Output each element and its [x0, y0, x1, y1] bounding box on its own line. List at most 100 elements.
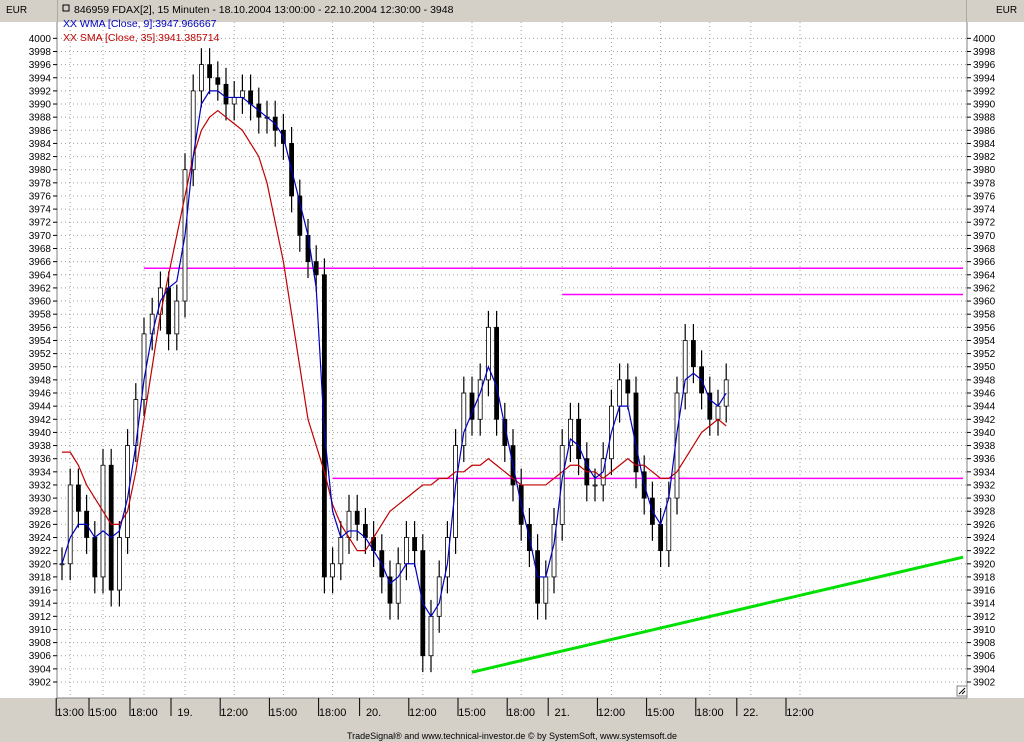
y-tick-label-right: 3906 — [973, 651, 996, 662]
y-tick-label-left: 3994 — [29, 73, 52, 84]
y-tick-label-left: 3996 — [29, 60, 52, 71]
y-tick-label-left: 3966 — [29, 257, 52, 268]
y-tick-label-left: 3974 — [29, 205, 52, 216]
y-tick-label-right: 3976 — [973, 191, 996, 202]
y-tick-label-right: 3978 — [973, 178, 996, 189]
y-tick-label-right: 3946 — [973, 389, 996, 400]
y-tick-label-left: 3910 — [29, 625, 52, 636]
y-tick-label-left: 3982 — [29, 152, 52, 163]
legend-sma[interactable]: XX SMA [Close, 35]:3941.385714 — [63, 32, 220, 44]
legend-wma[interactable]: XX WMA [Close, 9]:3947.966667 — [63, 18, 217, 30]
y-tick-label-right: 3916 — [973, 586, 996, 597]
y-tick-label-left: 3952 — [29, 349, 52, 360]
y-tick-label-left: 3926 — [29, 520, 52, 531]
y-tick-label-right: 3924 — [973, 533, 996, 544]
x-tick-label: 18:00 — [130, 707, 158, 719]
x-tick-label: 21. — [555, 707, 570, 719]
price-body — [108, 464, 114, 591]
y-tick-label-right: 3994 — [973, 73, 996, 84]
currency-label-left: EUR — [6, 5, 27, 16]
y-tick-label-right: 4000 — [973, 34, 996, 45]
y-tick-label-right: 3986 — [973, 126, 996, 137]
y-tick-label-left: 3946 — [29, 389, 52, 400]
chart-window: 3902 3902 3904 3904 3906 3906 3908 3908 3910 3910… — [0, 0, 1024, 742]
resize-grip-icon[interactable] — [956, 685, 968, 697]
x-tick-label: 18:00 — [696, 707, 724, 719]
price-body — [633, 392, 639, 473]
y-tick-label-left: 3984 — [29, 139, 52, 150]
price-body — [313, 261, 319, 276]
y-tick-label-right: 3964 — [973, 270, 996, 281]
y-tick-label-left: 3988 — [29, 113, 52, 124]
x-tick-label: 20. — [366, 707, 381, 719]
y-tick-label-right: 3918 — [973, 572, 996, 583]
price-body — [174, 300, 180, 335]
x-tick-label: 15:00 — [89, 707, 117, 719]
y-tick-label-right: 3908 — [973, 638, 996, 649]
price-body — [149, 313, 155, 335]
x-tick-label: 15:00 — [647, 707, 675, 719]
y-tick-label-left: 3956 — [29, 323, 52, 334]
y-tick-label-right: 3912 — [973, 612, 996, 623]
y-tick-label-left: 3948 — [29, 375, 52, 386]
y-tick-label-right: 3972 — [973, 218, 996, 229]
y-tick-label-left: 3934 — [29, 467, 52, 478]
y-tick-label-right: 3930 — [973, 494, 996, 505]
y-tick-label-right: 3914 — [973, 599, 996, 610]
y-tick-label-right: 3984 — [973, 139, 996, 150]
y-tick-label-left: 3936 — [29, 454, 52, 465]
y-tick-label-left: 3962 — [29, 283, 52, 294]
price-body — [658, 523, 663, 552]
y-tick-label-right: 3990 — [973, 100, 996, 111]
y-tick-label-right: 3988 — [973, 113, 996, 124]
y-tick-label-left: 3950 — [29, 362, 52, 373]
price-body — [338, 537, 344, 565]
y-tick-label-left: 3902 — [29, 678, 52, 689]
price-body — [76, 484, 81, 512]
y-tick-label-left: 3986 — [29, 126, 52, 137]
y-tick-label-left: 3990 — [29, 100, 52, 111]
y-tick-label-left: 3968 — [29, 244, 52, 255]
price-body — [592, 484, 598, 487]
y-tick-label-left: 3924 — [29, 533, 52, 544]
price-body — [248, 90, 254, 105]
y-tick-label-right: 3960 — [973, 297, 996, 308]
x-tick-label: 13:00 — [56, 707, 84, 719]
y-tick-label-left: 3980 — [29, 165, 52, 176]
y-tick-label-left: 3916 — [29, 586, 52, 597]
y-tick-label-left: 3920 — [29, 559, 52, 570]
y-tick-label-right: 3968 — [973, 244, 996, 255]
y-tick-label-right: 3940 — [973, 428, 996, 439]
y-tick-label-right: 3982 — [973, 152, 996, 163]
price-body — [403, 537, 409, 565]
y-tick-label-left: 3906 — [29, 651, 52, 662]
x-tick-label: 22. — [743, 707, 758, 719]
y-tick-label-left: 3938 — [29, 441, 52, 452]
y-tick-label-right: 3932 — [973, 480, 996, 491]
y-tick-label-left: 3954 — [29, 336, 52, 347]
price-body — [231, 97, 237, 105]
x-tick-label: 15:00 — [458, 707, 486, 719]
chart-title: 846959 FDAX[2], 15 Minuten - 18.10.2004 … — [62, 4, 454, 16]
price-body — [617, 379, 622, 407]
y-tick-label-left: 4000 — [29, 34, 52, 45]
y-tick-label-left: 3976 — [29, 191, 52, 202]
y-tick-label-right: 3944 — [973, 402, 996, 413]
price-body — [117, 537, 122, 591]
y-tick-label-right: 3922 — [973, 546, 996, 557]
price-body — [354, 510, 360, 525]
footer-credit: TradeSignal® and www.technical-investor.… — [347, 731, 677, 741]
y-tick-label-right: 3926 — [973, 520, 996, 531]
y-tick-label-right: 3954 — [973, 336, 996, 347]
price-chart[interactable]: 3902 3902 3904 3904 3906 3906 3908 3908 3910 3910… — [0, 0, 1024, 742]
y-tick-label-left: 3964 — [29, 270, 52, 281]
y-tick-label-right: 3974 — [973, 205, 996, 216]
y-tick-label-left: 3942 — [29, 415, 52, 426]
price-body — [305, 234, 311, 263]
x-tick-label: 12:00 — [409, 707, 437, 719]
y-tick-label-right: 3934 — [973, 467, 996, 478]
price-body — [412, 537, 418, 552]
y-tick-label-left: 3958 — [29, 310, 52, 321]
y-tick-label-left: 3930 — [29, 494, 52, 505]
currency-label-right: EUR — [996, 5, 1017, 16]
